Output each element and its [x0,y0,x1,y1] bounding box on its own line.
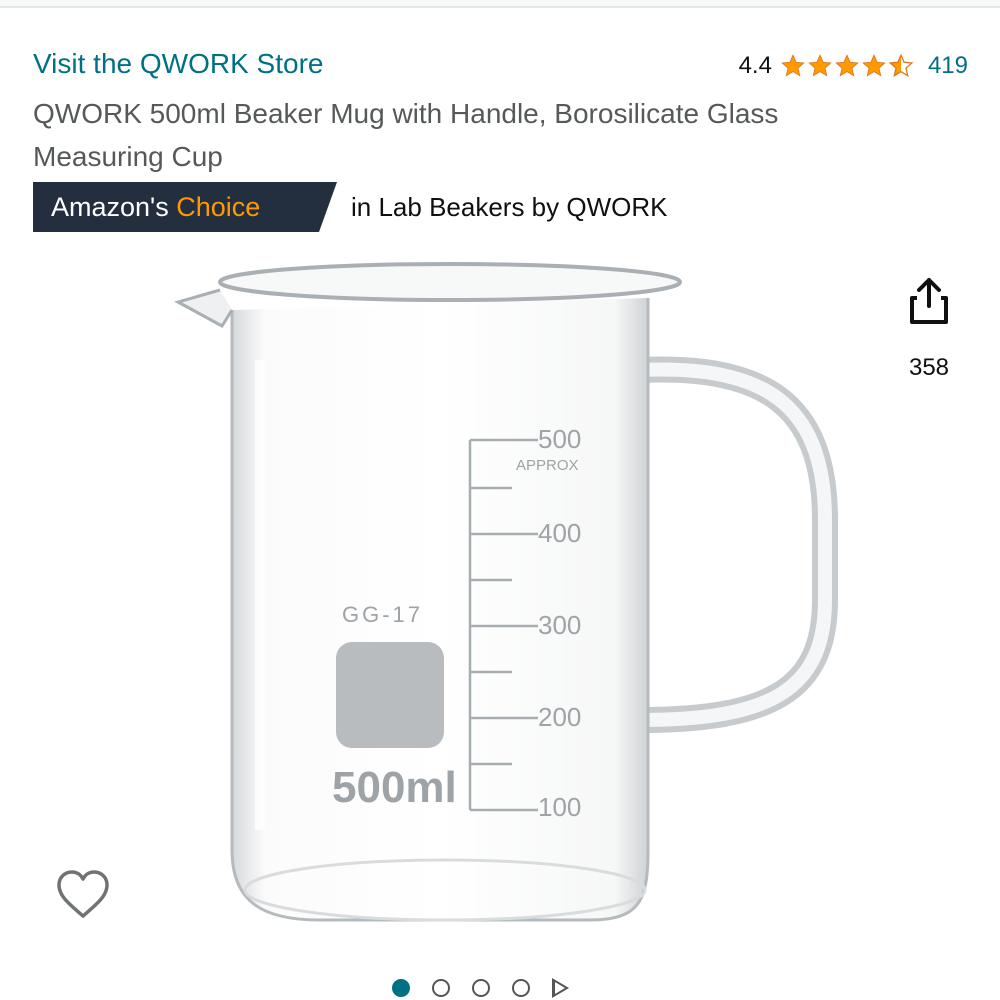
amazons-choice-badge[interactable]: Amazon's Choice [33,182,337,232]
star-full-icon [808,54,832,77]
beaker-body [230,298,650,922]
star-full-icon [781,54,805,77]
star-half-icon [888,53,914,77]
scale-label: 100 [538,792,581,822]
product-image[interactable]: 500 APPROX 400 300 200 100 GG-17 500ml [160,250,840,940]
marking-patch [336,642,444,748]
visit-store-link[interactable]: Visit the QWORK Store [33,48,323,80]
product-title: QWORK 500ml Beaker Mug with Handle, Boro… [33,98,779,172]
heart-icon[interactable] [55,868,111,924]
scale-label: 200 [538,702,581,732]
badge-context: in Lab Beakers by QWORK [351,191,668,222]
carousel-dot[interactable] [512,979,530,997]
star-full-icon [835,54,859,77]
beaker-rim [218,262,682,302]
review-count-link[interactable]: 419 [928,52,968,80]
star-full-icon [862,54,886,77]
carousel-dot[interactable] [432,979,450,997]
badge-prefix: Amazon's [51,192,169,222]
scale-label: 400 [538,518,581,548]
video-play-icon[interactable] [552,978,569,998]
share-icon[interactable] [908,276,950,326]
rating-summary[interactable]: 4.4 419 [739,52,968,80]
scale-label: 500 [538,424,581,454]
rating-value: 4.4 [738,52,772,79]
carousel-dot[interactable] [472,979,490,997]
image-carousel-indicator [392,978,569,998]
star-rating [780,53,914,79]
badge-accent: Choice [176,192,261,222]
carousel-dot-active[interactable] [392,979,410,997]
top-divider [0,0,1000,8]
amazons-choice-row[interactable]: Amazon's Choice in Lab Beakers by QWORK [33,182,667,232]
model-label: GG-17 [342,602,423,627]
capacity-label: 500ml [332,763,457,812]
share-count: 358 [908,354,950,381]
beaker-spout [174,288,234,328]
approx-label: APPROX [516,457,579,474]
scale-label: 300 [538,610,581,640]
